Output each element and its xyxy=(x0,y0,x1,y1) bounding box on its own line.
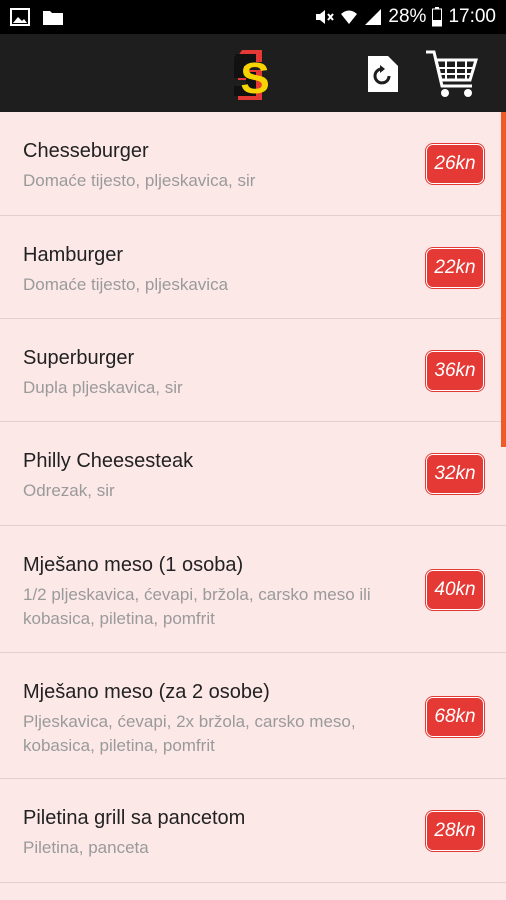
menu-item[interactable]: Superburger Dupla pljeskavica, sir 36kn xyxy=(0,319,506,422)
app-logo: S xyxy=(234,50,270,103)
cart-button[interactable] xyxy=(424,46,480,102)
image-notification-icon xyxy=(10,8,30,26)
app-bar: S xyxy=(0,34,506,112)
menu-list: Chesseburger Domaće tijesto, pljeskavica… xyxy=(0,112,506,900)
cart-icon xyxy=(426,50,479,97)
item-description: Pljeskavica, ćevapi, 2x bržola, carsko m… xyxy=(23,712,356,755)
menu-item[interactable]: Philly Cheesesteak Odrezak, sir 32kn xyxy=(0,422,506,526)
price-badge: 32kn xyxy=(426,454,484,494)
item-name: Superburger xyxy=(23,347,135,369)
svg-text:S: S xyxy=(240,54,269,103)
item-name: Philly Cheesesteak xyxy=(23,450,194,472)
mute-icon xyxy=(316,10,335,24)
item-description: Domaće tijesto, pljeskavica, sir xyxy=(23,171,256,190)
menu-item[interactable]: Mješano meso (1 osoba) 1/2 pljeskavica, … xyxy=(0,526,506,653)
scrollbar[interactable] xyxy=(501,112,506,447)
price-badge: 68kn xyxy=(426,697,484,737)
menu-item[interactable]: Chesseburger Domaće tijesto, pljeskavica… xyxy=(0,112,506,216)
price-badge: 22kn xyxy=(426,248,484,288)
price-badge: 36kn xyxy=(426,351,484,391)
item-name: Mješano meso (za 2 osobe) xyxy=(23,681,270,703)
refresh-button[interactable] xyxy=(364,52,402,96)
item-description: Domaće tijesto, pljeskavica xyxy=(23,275,229,294)
item-description: Odrezak, sir xyxy=(23,481,115,500)
item-name: Hamburger xyxy=(23,244,124,266)
item-description: 1/2 pljeskavica, ćevapi, bržola, carsko … xyxy=(23,585,371,628)
price-badge: 40kn xyxy=(426,570,484,610)
signal-icon xyxy=(365,9,382,25)
item-description: Dupla pljeskavica, sir xyxy=(23,378,183,397)
item-name: Chesseburger xyxy=(23,140,149,162)
item-name: Piletina grill sa pancetom xyxy=(23,807,246,829)
menu-item[interactable]: Piletina grill sa pancetom Piletina, pan… xyxy=(0,779,506,883)
wifi-icon xyxy=(341,10,358,24)
item-name: Mješano meso (1 osoba) xyxy=(23,554,244,576)
price-badge: 28kn xyxy=(426,811,484,851)
menu-item[interactable]: Hamburger Domaće tijesto, pljeskavica 22… xyxy=(0,216,506,319)
item-description: Piletina, panceta xyxy=(23,838,149,857)
folder-notification-icon xyxy=(43,11,63,25)
refresh-icon xyxy=(368,56,398,92)
menu-item[interactable]: Mješano meso (za 2 osobe) Pljeskavica, ć… xyxy=(0,653,506,779)
clock: 17:00 xyxy=(448,6,496,27)
status-bar: 28% 17:00 xyxy=(0,0,506,34)
battery-percent: 28% xyxy=(388,6,427,27)
battery-icon xyxy=(432,7,443,27)
price-badge: 26kn xyxy=(426,144,484,184)
